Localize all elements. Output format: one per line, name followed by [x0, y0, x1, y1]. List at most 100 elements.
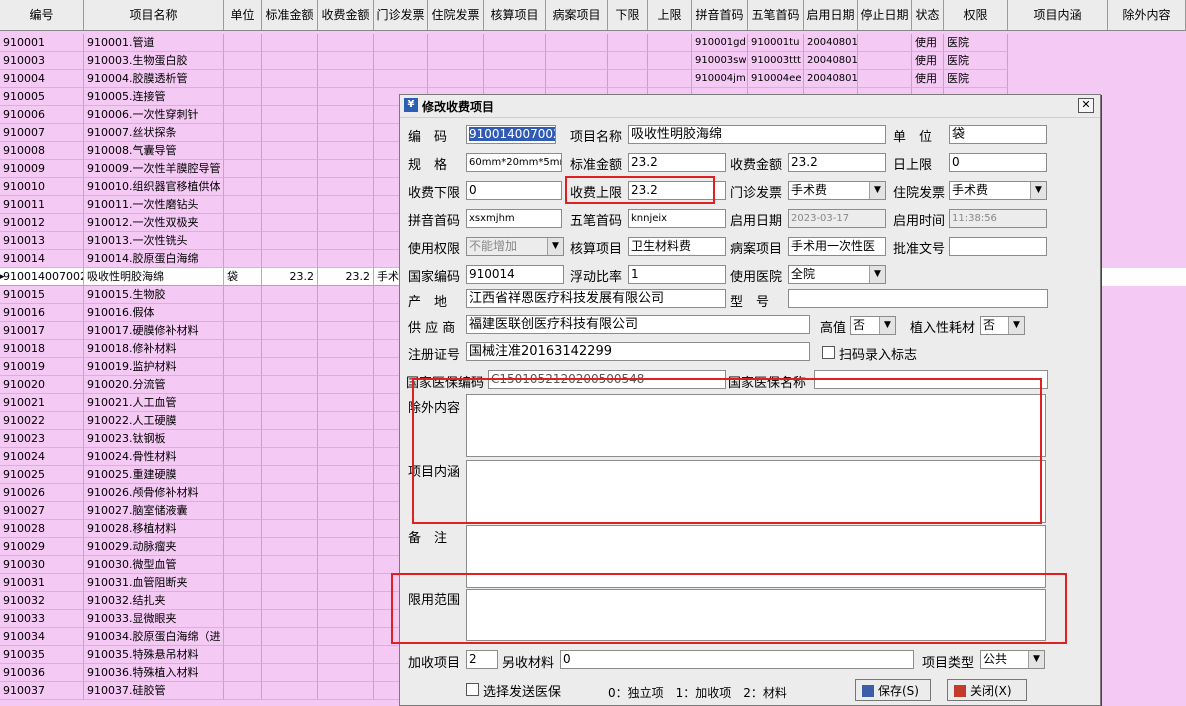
table-cell[interactable] — [318, 214, 374, 232]
table-cell[interactable] — [262, 574, 318, 592]
table-cell[interactable] — [484, 70, 546, 88]
table-cell[interactable] — [318, 196, 374, 214]
table-cell[interactable]: 910001tu — [748, 34, 804, 52]
table-cell[interactable]: 910008.气囊导管 — [84, 142, 224, 160]
table-cell[interactable]: 23.2 — [262, 268, 318, 286]
close-button[interactable]: 关闭(X) — [947, 679, 1027, 701]
table-cell[interactable]: 910011 — [0, 196, 84, 214]
accounting-input[interactable]: 卫生材料费 — [628, 237, 726, 256]
table-cell[interactable] — [224, 502, 262, 520]
table-cell[interactable] — [224, 160, 262, 178]
code-input[interactable]: 910014007002 — [466, 125, 556, 144]
spec-input[interactable]: 60mm*20mm*5mm — [466, 153, 562, 172]
table-cell[interactable]: 910004ee — [748, 70, 804, 88]
table-cell[interactable]: 910010 — [0, 178, 84, 196]
table-cell[interactable]: 910018 — [0, 340, 84, 358]
table-row[interactable]: 910003 910003.生物蛋白胶 910003swd 910003ttt 2004… — [0, 52, 1186, 70]
table-cell[interactable]: 910028 — [0, 520, 84, 538]
table-cell[interactable]: 910017.硬膜修补材料 — [84, 322, 224, 340]
table-cell[interactable] — [224, 196, 262, 214]
table-cell[interactable] — [262, 610, 318, 628]
table-cell[interactable] — [428, 52, 484, 70]
table-cell[interactable]: 910031.血管阻断夹 — [84, 574, 224, 592]
table-cell[interactable]: 吸收性明胶海绵 — [84, 268, 224, 286]
table-cell[interactable]: 910015.生物胶 — [84, 286, 224, 304]
table-cell[interactable] — [262, 196, 318, 214]
table-cell[interactable] — [262, 556, 318, 574]
table-cell[interactable] — [224, 106, 262, 124]
table-cell[interactable] — [224, 322, 262, 340]
table-cell[interactable]: 910003ttt — [748, 52, 804, 70]
table-cell[interactable] — [224, 286, 262, 304]
table-cell[interactable]: 20040801 — [804, 52, 858, 70]
table-cell[interactable] — [318, 592, 374, 610]
outpatient-invoice-select[interactable]: 手术费 ▼ — [788, 181, 886, 200]
table-cell[interactable]: 910003.生物蛋白胶 — [84, 52, 224, 70]
table-cell[interactable]: 910021.人工血管 — [84, 394, 224, 412]
table-cell[interactable] — [318, 538, 374, 556]
table-cell[interactable] — [262, 106, 318, 124]
chevron-down-icon[interactable]: ▼ — [1008, 317, 1024, 334]
table-cell[interactable] — [262, 502, 318, 520]
table-cell[interactable] — [262, 304, 318, 322]
grid-header-cell[interactable]: 项目名称 — [84, 0, 224, 30]
table-cell[interactable] — [262, 286, 318, 304]
table-cell[interactable]: 910020 — [0, 376, 84, 394]
table-cell[interactable]: 910016 — [0, 304, 84, 322]
table-cell[interactable]: 910033.显微眼夹 — [84, 610, 224, 628]
table-cell[interactable]: 使用 — [912, 52, 944, 70]
table-cell[interactable] — [224, 664, 262, 682]
table-cell[interactable] — [484, 34, 546, 52]
grid-header-cell[interactable]: 五笔首码 — [748, 0, 804, 30]
case-item-input[interactable]: 手术用一次性医 — [788, 237, 886, 256]
table-cell[interactable]: 910028.移植材料 — [84, 520, 224, 538]
table-cell[interactable] — [318, 358, 374, 376]
table-cell[interactable]: 910007.丝状探条 — [84, 124, 224, 142]
table-cell[interactable] — [428, 34, 484, 52]
hospital-select[interactable]: 全院 ▼ — [788, 265, 886, 284]
table-cell[interactable] — [262, 664, 318, 682]
table-cell[interactable] — [318, 322, 374, 340]
table-cell[interactable] — [608, 70, 648, 88]
table-cell[interactable]: 910001gd — [692, 34, 748, 52]
table-cell[interactable] — [262, 430, 318, 448]
table-cell[interactable]: 910014007002 — [0, 268, 84, 286]
table-cell[interactable] — [262, 124, 318, 142]
table-cell[interactable] — [318, 232, 374, 250]
inpatient-invoice-select[interactable]: 手术费 ▼ — [949, 181, 1047, 200]
table-cell[interactable]: 910030 — [0, 556, 84, 574]
grid-header-cell[interactable]: 停止日期 — [858, 0, 912, 30]
table-cell[interactable]: 910019 — [0, 358, 84, 376]
table-cell[interactable] — [262, 484, 318, 502]
table-cell[interactable]: 910014.胶原蛋白海绵 — [84, 250, 224, 268]
chevron-down-icon[interactable]: ▼ — [869, 182, 885, 199]
exclude-textarea[interactable] — [466, 394, 1046, 457]
table-cell[interactable] — [608, 34, 648, 52]
table-cell[interactable]: 医院 — [944, 70, 1008, 88]
table-cell[interactable]: 910029.动脉瘤夹 — [84, 538, 224, 556]
table-cell[interactable]: 910009 — [0, 160, 84, 178]
table-cell[interactable]: 910026.颅骨修补材料 — [84, 484, 224, 502]
table-cell[interactable] — [224, 376, 262, 394]
table-cell[interactable]: 910037.硅胶管 — [84, 682, 224, 700]
grid-header-cell[interactable]: 编号 — [0, 0, 84, 30]
grid-header-cell[interactable]: 核算项目 — [484, 0, 546, 30]
table-cell[interactable] — [374, 70, 428, 88]
table-cell[interactable] — [224, 124, 262, 142]
table-cell[interactable]: 910033 — [0, 610, 84, 628]
grid-header-cell[interactable]: 下限 — [608, 0, 648, 30]
table-cell[interactable]: 910012 — [0, 214, 84, 232]
table-cell[interactable]: 910004 — [0, 70, 84, 88]
table-cell[interactable] — [262, 214, 318, 232]
connotation-textarea[interactable] — [466, 460, 1046, 523]
table-cell[interactable] — [318, 340, 374, 358]
table-cell[interactable]: 910022.人工硬膜 — [84, 412, 224, 430]
pinyin-input[interactable]: xsxmjhm — [466, 209, 562, 228]
table-cell[interactable] — [318, 304, 374, 322]
table-cell[interactable]: 使用 — [912, 70, 944, 88]
table-cell[interactable]: 910027.脑室储液囊 — [84, 502, 224, 520]
table-cell[interactable] — [224, 214, 262, 232]
table-cell[interactable] — [262, 178, 318, 196]
table-cell[interactable] — [318, 502, 374, 520]
table-cell[interactable] — [648, 70, 692, 88]
